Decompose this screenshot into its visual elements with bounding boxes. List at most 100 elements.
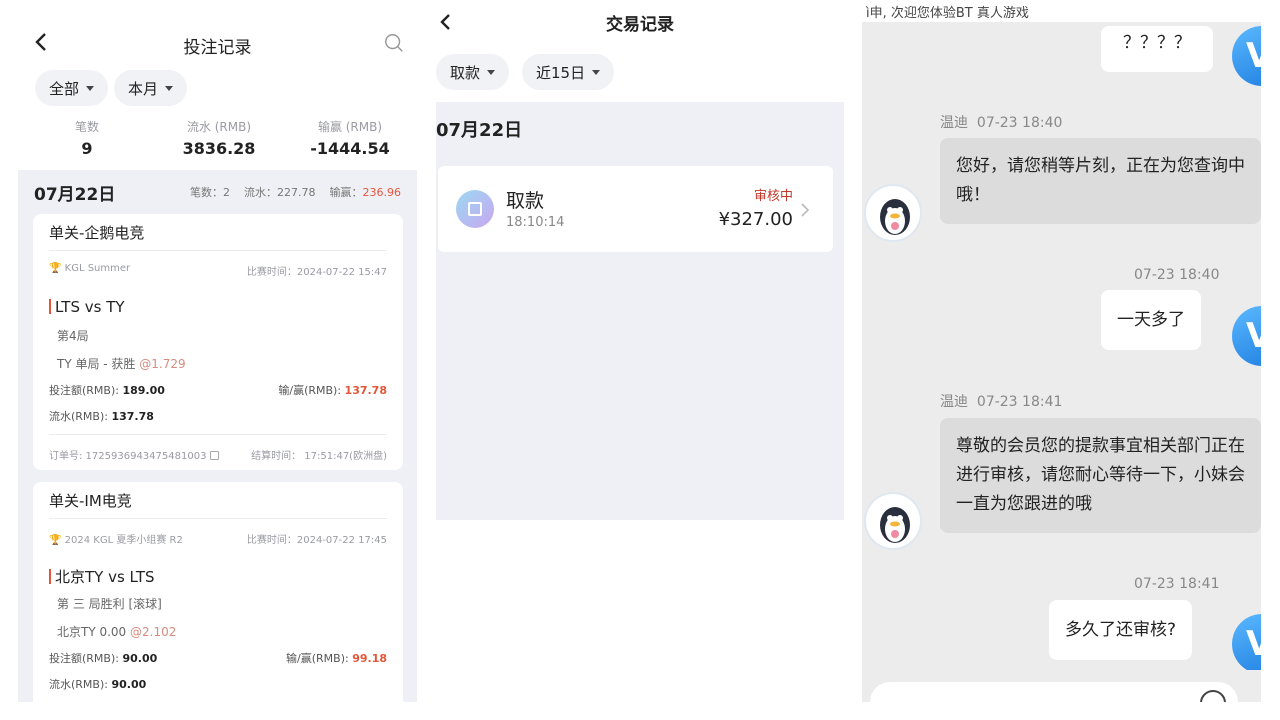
filter-type-dropdown[interactable]: 全部 xyxy=(35,70,109,106)
transaction-time: 18:10:14 xyxy=(506,215,565,230)
bet-round: 第4局 xyxy=(57,329,89,343)
bet-pick-label: 北京TY 0.00 xyxy=(57,625,131,639)
search-icon[interactable] xyxy=(383,32,405,54)
bet-flow: 流水(RMB): 137.78 xyxy=(49,408,154,424)
bet-pick: TY 单局 - 获胜 @1.729 xyxy=(57,355,186,372)
transaction-type: 取款 xyxy=(506,190,545,212)
transaction-item[interactable]: 取款 18:10:14 审核中 ¥327.00 xyxy=(438,166,833,252)
chat-sender: 温迪 xyxy=(940,115,968,131)
user-avatar: V xyxy=(1232,306,1261,366)
filter-period-label: 本月 xyxy=(128,79,159,98)
chat-time: 07-23 18:41 xyxy=(1134,576,1220,592)
bet-odds: @2.102 xyxy=(130,625,177,639)
stat-count-label: 笔数 xyxy=(74,120,99,134)
bet-stake-value: 189.00 xyxy=(122,384,165,397)
bet-stake-value: 90.00 xyxy=(122,652,158,665)
day-flow: 227.78 xyxy=(277,186,316,199)
chat-meta: 温迪 07-23 18:40 xyxy=(940,112,1062,132)
bet-pick: 北京TY 0.00 @2.102 xyxy=(57,623,176,640)
bet-stake-label: 投注额(RMB): xyxy=(49,652,123,665)
chat-time: 07-23 18:40 xyxy=(1134,267,1220,283)
day-summary: 07月22日 笔数：2 流水：227.78 输赢：236.96 xyxy=(34,180,401,205)
bet-result-value: 137.78 xyxy=(344,384,387,397)
day-count: 2 xyxy=(223,186,230,199)
bet-flow-value: 90.00 xyxy=(111,678,147,691)
stat-winloss-value: -1444.54 xyxy=(310,139,390,158)
bet-odds: @1.729 xyxy=(139,357,186,371)
bet-flow-value: 137.78 xyxy=(111,410,154,423)
filter-period-dropdown[interactable]: 近15日 xyxy=(522,54,615,90)
chat-screen: ì申, 次迎您体验BT 真人游戏 ？？？？ V 温迪 07-23 18:40 您… xyxy=(862,0,1261,702)
bet-card[interactable]: 单关-IM电竞 🏆 2024 KGL 夏季小组赛 R2 比赛时间：2024-07… xyxy=(33,482,403,702)
transaction-amount: ¥327.00 xyxy=(718,209,793,230)
page-title: 交易记录 xyxy=(606,15,674,35)
bet-flow-label: 流水(RMB): xyxy=(49,410,112,423)
bet-pick-label: TY 单局 - 获胜 xyxy=(57,357,140,371)
day-stats: 笔数：2 流水：227.78 输赢：236.96 xyxy=(190,184,401,200)
bet-order-number: 订单号: 1725936943475481003 xyxy=(49,451,207,462)
bet-round: 第 三 局胜利 [滚球] xyxy=(57,597,162,611)
wallet-icon xyxy=(456,190,494,228)
bet-league-label: 2024 KGL 夏季小组赛 R2 xyxy=(64,535,183,546)
transaction-date: 07月22日 xyxy=(436,120,523,141)
bet-match-label: 北京TY vs LTS xyxy=(55,568,155,586)
chat-message-input[interactable] xyxy=(870,682,1238,702)
chat-bubble-left: 尊敬的会员您的提款事宜相关部门正在进行审核，请您耐心等待一下，小妹会一直为您跟进… xyxy=(940,418,1261,533)
penguin-icon xyxy=(880,507,910,543)
transaction-header: 交易记录 取款 近15日 xyxy=(436,0,844,102)
bet-settle-time: 结算时间： 17:51:47(欧洲盘) xyxy=(251,451,387,462)
chat-bubble-right: 多久了还审核? xyxy=(1049,600,1193,660)
stat-winloss: 输赢 (RMB) -1444.54 xyxy=(285,118,415,158)
stat-flow: 流水 (RMB) 3836.28 xyxy=(154,118,284,158)
bet-flow: 流水(RMB): 90.00 xyxy=(49,676,146,692)
bet-records-screen: 投注记录 全部 本月 笔数 9 流水 (RMB) 3836.28 输赢 (RMB… xyxy=(18,0,417,702)
chat-sender: 温迪 xyxy=(940,394,968,410)
divider xyxy=(49,518,387,519)
transaction-records-screen: 交易记录 取款 近15日 07月22日 取款 18:10:14 审核中 ¥327… xyxy=(436,0,844,520)
bet-result-label: 输/赢(RMB): xyxy=(278,384,345,397)
bet-stake-label: 投注额(RMB): xyxy=(49,384,123,397)
divider xyxy=(49,434,387,435)
day-date: 07月22日 xyxy=(34,185,116,205)
match-accent-bar xyxy=(49,569,51,584)
penguin-icon xyxy=(880,199,910,235)
chat-time: 07-23 18:41 xyxy=(976,394,1063,410)
bet-flow-label: 流水(RMB): xyxy=(49,678,112,691)
day-count-label: 笔数： xyxy=(190,186,223,199)
user-avatar: V xyxy=(1232,26,1261,86)
chat-time: 07-23 18:40 xyxy=(976,115,1063,131)
copy-icon[interactable] xyxy=(210,451,220,460)
caret-down-icon xyxy=(487,69,496,75)
bet-card[interactable]: 单关-企鹅电竞 🏆 KGL Summer 比赛时间：2024-07-22 15:… xyxy=(33,214,403,470)
trophy-icon: 🏆 xyxy=(49,535,62,546)
bet-stake: 投注额(RMB): 189.00 xyxy=(49,382,165,398)
chat-banner-text: ì申, 次迎您体验BT 真人游戏 xyxy=(866,6,1029,21)
day-winloss-label: 输赢： xyxy=(329,186,363,199)
bet-result: 输/赢(RMB): 137.78 xyxy=(278,382,387,398)
chat-meta: 温迪 07-23 18:41 xyxy=(940,391,1062,411)
bet-stake: 投注额(RMB): 90.00 xyxy=(49,650,157,666)
bet-records-header: 投注记录 全部 本月 笔数 9 流水 (RMB) 3836.28 输赢 (RMB… xyxy=(18,0,417,170)
caret-down-icon xyxy=(592,69,601,75)
bet-league-label: KGL Summer xyxy=(64,263,131,274)
bet-match: 北京TY vs LTS xyxy=(49,566,155,587)
filter-type-dropdown[interactable]: 取款 xyxy=(436,54,510,90)
stat-flow-value: 3836.28 xyxy=(182,139,256,158)
user-avatar: V xyxy=(1232,614,1261,674)
bet-card-title: 单关-IM电竞 xyxy=(49,492,132,510)
filter-period-dropdown[interactable]: 本月 xyxy=(114,70,188,106)
day-flow-label: 流水： xyxy=(244,186,277,199)
caret-down-icon xyxy=(165,85,174,91)
filter-type-label: 取款 xyxy=(450,63,481,82)
bet-match: LTS vs TY xyxy=(49,298,125,316)
bet-match-label: LTS vs TY xyxy=(55,298,125,316)
bet-result-label: 输/赢(RMB): xyxy=(286,652,353,665)
bet-match-time: 比赛时间：2024-07-22 15:47 xyxy=(246,267,387,278)
chat-top-banner: ì申, 次迎您体验BT 真人游戏 xyxy=(862,0,1261,22)
bet-result-value: 99.18 xyxy=(352,652,387,665)
filter-type-label: 全部 xyxy=(49,79,80,98)
bet-match-time: 比赛时间：2024-07-22 17:45 xyxy=(246,535,387,546)
trophy-icon: 🏆 xyxy=(49,263,62,274)
stat-winloss-label: 输赢 (RMB) xyxy=(317,120,383,134)
chat-bubble-left: 您好，请您稍等片刻，正在为您查询中哦！ xyxy=(940,138,1261,224)
